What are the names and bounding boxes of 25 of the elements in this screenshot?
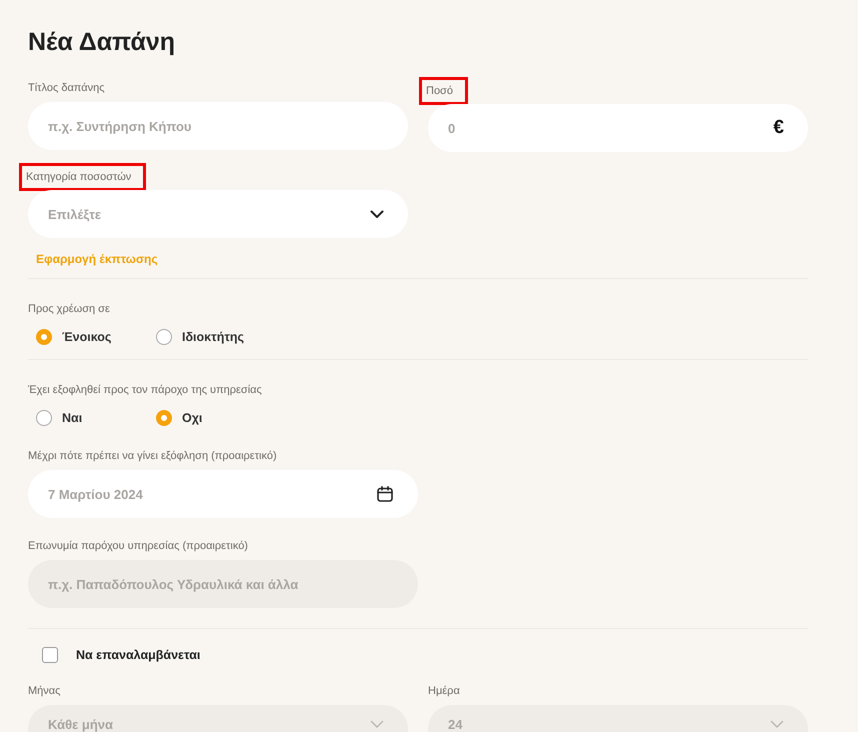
page-title: Νέα Δαπάνη [28,27,176,58]
field-label: Επωνυμία παρόχου υπηρεσίας (προαιρετικό) [28,539,248,554]
chevron-down-icon [770,720,784,728]
field-label: Έχει εξοφληθεί προς τον πάροχο της υπηρεσίας [28,383,262,398]
radio-option[interactable]: Ναι [36,410,148,426]
category-dropdown[interactable]: Επιλέξτε [28,190,408,238]
amount-input[interactable]: 0 € [428,104,808,152]
radio-option[interactable]: Ιδιοκτήτης [156,329,268,345]
chevron-down-icon [370,720,384,728]
chevron-down-icon [370,210,384,218]
calendar-icon [376,485,394,503]
field-label: Μέχρι πότε πρέπει να γίνει εξόφληση (προαιρετικό) [28,449,277,464]
date-input[interactable]: 7 Μαρτίου 2024 [28,470,418,518]
field-label: Μήνας [28,684,60,699]
field-label: Τίτλος δαπάνης [28,81,105,96]
field-label: Κατηγορία ποσοστών [22,166,144,188]
field-label: Προς χρέωση σε [28,302,110,317]
recurring-checkbox[interactable]: Να επαναλαμβάνεται [42,647,200,663]
radio-option[interactable]: Οχι [156,410,268,426]
currency-symbol: € [773,117,784,139]
field-label: Ποσό [422,80,465,102]
title-input[interactable]: π.χ. Συντήρηση Κήπου [28,102,408,150]
discount-link[interactable]: Εφαρμογή έκπτωσης [36,252,158,266]
radio-option[interactable]: Ένοικος [36,329,148,345]
field-label: Ημέρα [428,684,460,699]
